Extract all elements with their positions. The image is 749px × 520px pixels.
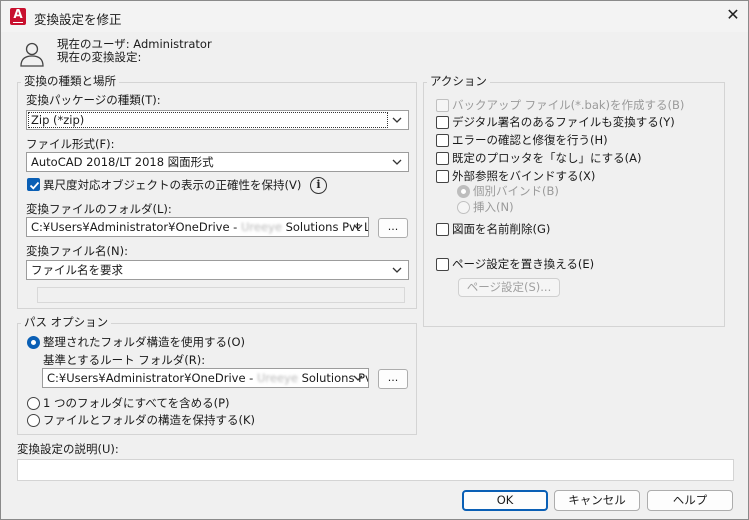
- file-format-value: AutoCAD 2018/LT 2018 図面形式: [31, 155, 214, 169]
- single-folder-radio[interactable]: [27, 397, 40, 410]
- bind-xref-label: 外部参照をバインドする(X): [452, 169, 596, 183]
- purge-checkbox[interactable]: [436, 223, 449, 236]
- transmittal-type-legend: 変換の種類と場所: [21, 75, 119, 88]
- keep-structure-label: ファイルとフォルダの構造を保持する(K): [43, 413, 256, 427]
- digital-signature-checkbox[interactable]: [436, 116, 449, 129]
- insert-label: 挿入(N): [473, 200, 514, 214]
- description-input[interactable]: [17, 459, 734, 481]
- path-options-legend: パス オプション: [21, 316, 112, 329]
- current-setting-text: 現在の変換設定:: [57, 50, 142, 64]
- root-folder-input[interactable]: C:¥Users¥Administrator¥OneDrive - Ureeye…: [42, 368, 369, 388]
- focus-rect: [28, 112, 388, 128]
- keep-structure-radio[interactable]: [27, 414, 40, 427]
- help-button[interactable]: ヘルプ: [647, 490, 733, 511]
- plotter-none-checkbox[interactable]: [436, 152, 449, 165]
- autocad-app-icon: A: [10, 8, 26, 25]
- plotter-none-label: 既定のプロッタを「なし」にする(A): [452, 151, 642, 165]
- folder-value-text: C:¥Users¥Administrator¥OneDrive -: [31, 220, 241, 234]
- bind-xref-checkbox[interactable]: [436, 170, 449, 183]
- page-setup-button[interactable]: ページ設定(S)...: [458, 278, 560, 297]
- chevron-down-icon: [353, 224, 363, 230]
- chevron-down-icon: [392, 117, 402, 123]
- digital-signature-label: デジタル署名のあるファイルも変換する(Y): [452, 115, 675, 129]
- folder-input[interactable]: C:¥Users¥Administrator¥OneDrive - Ureeye…: [26, 217, 369, 237]
- filename-text-input-disabled: [37, 287, 405, 303]
- redacted-text: Ureeye: [241, 220, 282, 234]
- single-folder-label: 1 つのフォルダにすべてを含める(P): [43, 396, 230, 410]
- actions-legend: アクション: [427, 75, 490, 88]
- file-format-label: ファイル形式(F):: [26, 137, 115, 151]
- insert-radio[interactable]: [457, 201, 470, 214]
- cancel-button[interactable]: キャンセル: [554, 490, 640, 511]
- bind-label: 個別バインド(B): [473, 184, 559, 198]
- checkmark-icon: [29, 181, 40, 190]
- purge-label: 図面を名前削除(G): [452, 222, 551, 236]
- root-folder-browse-button[interactable]: ...: [378, 369, 408, 389]
- backup-checkbox[interactable]: [436, 99, 449, 112]
- bind-radio[interactable]: [457, 185, 470, 198]
- chevron-down-icon: [392, 267, 402, 273]
- backup-label: バックアップ ファイル(*.bak)を作成する(B): [452, 98, 685, 112]
- filename-value: ファイル名を要求: [31, 263, 123, 277]
- redacted-text: Ureeye: [257, 371, 298, 385]
- package-type-label: 変換パッケージの種類(T):: [26, 93, 161, 107]
- dialog-title: 変換設定を修正: [34, 12, 122, 27]
- annotative-checkbox[interactable]: [27, 178, 40, 191]
- package-type-dropdown[interactable]: Zip (*zip): [26, 110, 409, 130]
- chevron-down-icon: [353, 375, 363, 381]
- replace-pagesetup-label: ページ設定を置き換える(E): [452, 257, 595, 271]
- replace-pagesetup-checkbox[interactable]: [436, 258, 449, 271]
- info-icon[interactable]: i: [310, 177, 327, 194]
- audit-checkbox[interactable]: [436, 134, 449, 147]
- filename-label: 変換ファイル名(N):: [26, 244, 128, 258]
- close-icon[interactable]: ✕: [723, 5, 743, 25]
- filename-dropdown[interactable]: ファイル名を要求: [26, 260, 409, 280]
- modify-transmittal-setup-dialog: A 変換設定を修正 ✕ 現在のユーザ: Administrator 現在の変換設…: [0, 0, 749, 520]
- ok-button[interactable]: OK: [462, 490, 548, 511]
- annotative-label: 異尺度対応オブジェクトの表示の正確性を保持(V): [43, 178, 302, 192]
- audit-label: エラーの確認と修復を行う(H): [452, 133, 608, 147]
- user-info: 現在のユーザ: Administrator 現在の変換設定:: [57, 38, 212, 64]
- user-icon: [20, 42, 44, 67]
- folder-label: 変換ファイルのフォルダ(L):: [26, 202, 172, 216]
- file-format-dropdown[interactable]: AutoCAD 2018/LT 2018 図面形式: [26, 152, 409, 172]
- title-bar: A 変換設定を修正 ✕: [1, 1, 748, 32]
- root-folder-label: 基準とするルート フォルダ(R):: [43, 353, 206, 367]
- description-label: 変換設定の説明(U):: [17, 442, 119, 456]
- organized-folder-label: 整理されたフォルダ構造を使用する(O): [43, 335, 246, 349]
- organized-folder-radio[interactable]: [27, 336, 40, 349]
- folder-browse-button[interactable]: ...: [378, 218, 408, 238]
- chevron-down-icon: [392, 159, 402, 165]
- root-folder-value-text: C:¥Users¥Administrator¥OneDrive -: [47, 371, 257, 385]
